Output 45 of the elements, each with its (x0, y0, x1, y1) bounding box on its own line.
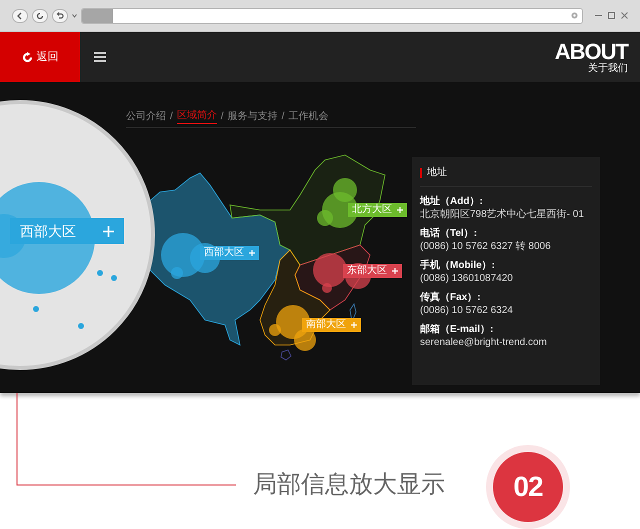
plus-icon (351, 322, 357, 328)
contact-label: 地址（Add）: (420, 195, 484, 208)
caption-text: 局部信息放大显示 (253, 470, 445, 500)
refresh-arrow-icon (22, 52, 32, 62)
breadcrumb-separator: / (220, 110, 224, 124)
region-label[interactable]: 西部大区 (200, 246, 259, 260)
breadcrumb-link[interactable]: 工作机会 (288, 108, 328, 124)
breadcrumb-link[interactable]: 区域简介 (176, 108, 217, 124)
step-badge: 02 (493, 452, 563, 522)
region-label[interactable]: 北方大区 (348, 203, 407, 217)
return-button[interactable]: 返回 (0, 32, 80, 82)
contact-label: 手机（Mobile）: (420, 259, 496, 272)
reload-icon (36, 12, 44, 20)
dropdown-caret-icon (72, 14, 77, 18)
panel-title: 地址 (427, 166, 447, 180)
region-label[interactable]: 东部大区 (343, 264, 402, 278)
menu-icon[interactable] (94, 52, 106, 62)
breadcrumb-separator: / (170, 110, 173, 124)
maximize-icon[interactable] (608, 12, 615, 19)
contact-value: (0086) 10 5762 6327 转 8006 (420, 240, 552, 253)
site-info-icon (571, 12, 578, 19)
logo-text: ABOUT (554, 40, 628, 62)
contact-label: 邮箱（E-mail）: (420, 323, 494, 336)
plus-icon (249, 250, 255, 256)
contact-value: serenalee@bright-trend.com (420, 336, 548, 349)
contact-value: (0086) 13601087420 (420, 272, 514, 285)
contact-value: 北京朝阳区798艺术中心七星西街- 01 (420, 208, 585, 221)
plus-icon (392, 268, 398, 274)
close-icon[interactable] (621, 12, 628, 19)
contact-label: 电话（Tel）: (420, 227, 478, 240)
accent-bar (420, 168, 422, 178)
contact-label: 传真（Fax）: (420, 291, 482, 304)
back-nav-button[interactable] (12, 8, 28, 22)
url-placeholder-block (82, 8, 113, 22)
undo-icon (56, 12, 64, 20)
undo-button[interactable] (52, 8, 68, 22)
breadcrumb-link[interactable]: 服务与支持 (228, 108, 278, 124)
breadcrumb-link[interactable]: 公司介绍 (126, 108, 166, 124)
plus-icon (103, 226, 114, 236)
plus-icon (397, 207, 403, 213)
minimize-icon[interactable] (595, 12, 602, 19)
logo-subtitle: 关于我们 (588, 62, 628, 74)
reload-button[interactable] (32, 8, 48, 22)
contact-value: (0086) 10 5762 6324 (420, 304, 514, 317)
breadcrumb-separator: / (282, 110, 284, 124)
